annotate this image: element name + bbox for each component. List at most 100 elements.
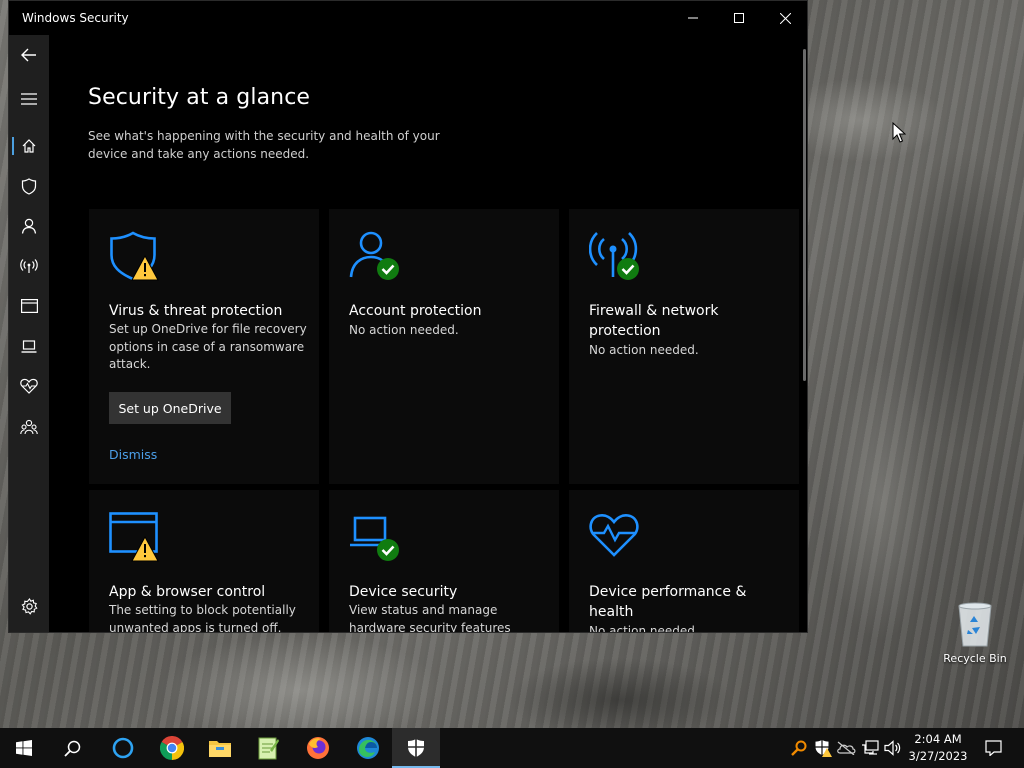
tile-virus-threat-protection[interactable]: Virus & threat protection Set up OneDriv… [89, 209, 319, 484]
search-button[interactable] [48, 728, 96, 768]
minimize-button[interactable] [670, 1, 716, 35]
maximize-icon [734, 13, 744, 23]
dismiss-link[interactable]: Dismiss [109, 447, 157, 462]
tile-title: Device security [349, 584, 458, 600]
notepad-plus-taskbar-button[interactable] [244, 728, 292, 768]
nav-device-security[interactable] [9, 326, 49, 366]
navigation-rail [9, 35, 49, 632]
taskbar: 2:04 AM 3/27/2023 [0, 728, 1024, 768]
person-icon [21, 218, 37, 234]
taskbar-clock[interactable]: 2:04 AM 3/27/2023 [904, 731, 972, 765]
chrome-taskbar-button[interactable] [148, 728, 196, 768]
window-title: Windows Security [22, 11, 129, 25]
tile-app-browser-control[interactable]: App & browser control The setting to blo… [89, 490, 319, 633]
tile-firewall-network-protection[interactable]: Firewall & network protection No action … [569, 209, 799, 484]
onedrive-offline-icon [837, 741, 856, 755]
tile-description: No action needed. [589, 624, 699, 633]
gear-icon [21, 597, 38, 615]
home-icon [22, 139, 36, 153]
tile-device-performance-health[interactable]: Device performance & health No action ne… [569, 490, 799, 633]
laptop-check-icon [350, 516, 399, 561]
recycle-bin-icon [958, 602, 992, 647]
shield-icon [21, 177, 37, 195]
recycle-bin-label: Recycle Bin [943, 652, 1007, 665]
menu-button[interactable] [9, 79, 49, 119]
tile-account-protection[interactable]: Account protection No action needed. [329, 209, 559, 484]
tile-description: No action needed. [349, 323, 459, 337]
tray-search-helper[interactable] [788, 728, 810, 768]
antenna-icon [20, 259, 38, 273]
magnifier-orange-icon [791, 740, 807, 756]
back-button[interactable] [9, 35, 49, 75]
firefox-icon [307, 737, 329, 759]
edge-icon [357, 737, 379, 759]
page-title: Security at a glance [88, 85, 311, 110]
recycle-bin[interactable]: Recycle Bin [942, 600, 1008, 665]
hamburger-icon [21, 93, 37, 105]
vertical-scrollbar[interactable] [803, 49, 806, 381]
nav-app-browser[interactable] [9, 286, 49, 326]
main-content: Security at a glance See what's happenin… [49, 35, 807, 633]
tile-description: View status and manage hardware security… [349, 603, 511, 633]
tile-title: Account protection [349, 303, 482, 319]
file-explorer-taskbar-button[interactable] [196, 728, 244, 768]
nav-device-performance[interactable] [9, 366, 49, 406]
browser-warning-icon [109, 512, 159, 562]
nav-account[interactable] [9, 206, 49, 246]
shield-warning-icon [110, 231, 159, 281]
mouse-cursor-icon [892, 122, 906, 143]
tile-title: Firewall & network protection [589, 303, 719, 339]
chrome-icon [160, 736, 184, 760]
minimize-icon [688, 17, 698, 19]
setup-onedrive-button[interactable]: Set up OneDrive [109, 392, 231, 424]
tile-description: No action needed. [589, 343, 699, 357]
tile-title: Virus & threat protection [109, 303, 283, 319]
cortana-circle-icon [112, 737, 134, 759]
back-arrow-icon [21, 48, 36, 62]
clock-date: 3/27/2023 [908, 749, 968, 763]
security-warning-tray-icon [815, 740, 832, 757]
title-bar[interactable]: Windows Security [9, 1, 807, 35]
speaker-icon [884, 740, 901, 756]
heart-pulse-icon [589, 514, 639, 557]
nav-family-options[interactable] [9, 407, 49, 447]
nav-virus-threat[interactable] [9, 166, 49, 206]
antenna-check-icon [589, 232, 639, 280]
tile-description: Set up OneDrive for file recovery option… [109, 322, 307, 371]
clock-time: 2:04 AM [914, 732, 962, 746]
start-button[interactable] [0, 728, 48, 768]
close-button[interactable] [762, 1, 807, 35]
tile-title: App & browser control [109, 584, 266, 600]
firefox-taskbar-button[interactable] [294, 728, 342, 768]
windows-logo-icon [16, 740, 32, 756]
person-check-icon [349, 231, 399, 280]
close-icon [779, 12, 791, 24]
tile-device-security[interactable]: Device security View status and manage h… [329, 490, 559, 633]
tray-security-status[interactable] [812, 728, 834, 768]
tray-network[interactable] [859, 728, 881, 768]
nav-home[interactable] [9, 126, 49, 166]
browser-window-icon [20, 299, 38, 313]
laptop-icon [21, 339, 37, 353]
windows-security-taskbar-button[interactable] [392, 728, 440, 768]
notification-icon [984, 740, 1002, 756]
page-subtitle: See what's happening with the security a… [88, 129, 440, 161]
tile-title: Device performance & health [589, 584, 747, 620]
cortana-button[interactable] [99, 728, 147, 768]
maximize-button[interactable] [716, 1, 762, 35]
search-icon [63, 740, 80, 757]
tray-volume[interactable] [882, 728, 904, 768]
windows-security-window: Windows Security Security at a glance Se… [8, 0, 808, 633]
tile-description: The setting to block potentially unwante… [109, 603, 296, 633]
tray-onedrive[interactable] [835, 728, 857, 768]
edge-taskbar-button[interactable] [344, 728, 392, 768]
action-center-button[interactable] [976, 728, 1010, 768]
heart-pulse-icon [20, 378, 38, 394]
security-shield-icon [408, 739, 424, 757]
notepad-icon [258, 737, 279, 760]
family-icon [20, 419, 38, 435]
nav-settings[interactable] [9, 586, 49, 626]
folder-icon [209, 741, 231, 757]
nav-firewall[interactable] [9, 246, 49, 286]
network-icon [862, 740, 879, 755]
